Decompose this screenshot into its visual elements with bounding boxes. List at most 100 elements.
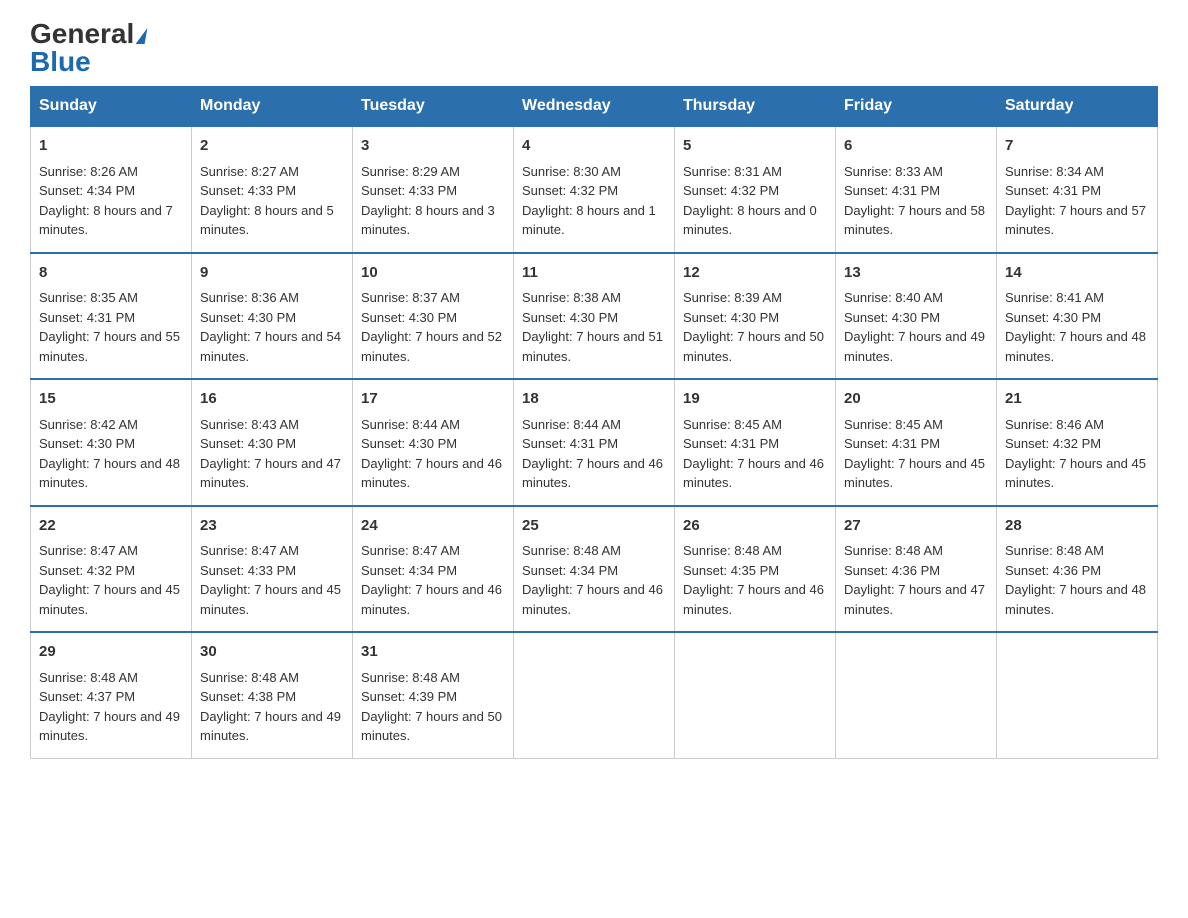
sunset-text: Sunset: 4:30 PM (522, 310, 618, 325)
daylight-text: Daylight: 7 hours and 47 minutes. (844, 582, 985, 617)
calendar-cell: 1 Sunrise: 8:26 AM Sunset: 4:34 PM Dayli… (31, 126, 192, 253)
week-row-5: 29 Sunrise: 8:48 AM Sunset: 4:37 PM Dayl… (31, 632, 1158, 758)
sunset-text: Sunset: 4:30 PM (200, 310, 296, 325)
calendar-cell: 25 Sunrise: 8:48 AM Sunset: 4:34 PM Dayl… (514, 506, 675, 633)
sunset-text: Sunset: 4:33 PM (361, 183, 457, 198)
calendar-cell: 18 Sunrise: 8:44 AM Sunset: 4:31 PM Dayl… (514, 379, 675, 506)
sunrise-text: Sunrise: 8:27 AM (200, 164, 299, 179)
calendar-cell: 27 Sunrise: 8:48 AM Sunset: 4:36 PM Dayl… (836, 506, 997, 633)
sunrise-text: Sunrise: 8:35 AM (39, 290, 138, 305)
day-number: 24 (361, 515, 505, 538)
daylight-text: Daylight: 7 hours and 46 minutes. (683, 582, 824, 617)
day-header-tuesday: Tuesday (353, 87, 514, 127)
days-header-row: SundayMondayTuesdayWednesdayThursdayFrid… (31, 87, 1158, 127)
daylight-text: Daylight: 7 hours and 52 minutes. (361, 329, 502, 364)
day-number: 18 (522, 388, 666, 411)
sunrise-text: Sunrise: 8:44 AM (361, 417, 460, 432)
sunset-text: Sunset: 4:31 PM (522, 436, 618, 451)
sunrise-text: Sunrise: 8:31 AM (683, 164, 782, 179)
calendar-cell: 29 Sunrise: 8:48 AM Sunset: 4:37 PM Dayl… (31, 632, 192, 758)
daylight-text: Daylight: 7 hours and 49 minutes. (39, 709, 180, 744)
daylight-text: Daylight: 7 hours and 45 minutes. (844, 456, 985, 491)
sunrise-text: Sunrise: 8:33 AM (844, 164, 943, 179)
day-number: 1 (39, 135, 183, 158)
day-header-monday: Monday (192, 87, 353, 127)
sunrise-text: Sunrise: 8:26 AM (39, 164, 138, 179)
sunrise-text: Sunrise: 8:40 AM (844, 290, 943, 305)
day-number: 10 (361, 262, 505, 285)
daylight-text: Daylight: 8 hours and 1 minute. (522, 203, 656, 238)
calendar-cell: 17 Sunrise: 8:44 AM Sunset: 4:30 PM Dayl… (353, 379, 514, 506)
calendar-cell: 2 Sunrise: 8:27 AM Sunset: 4:33 PM Dayli… (192, 126, 353, 253)
sunrise-text: Sunrise: 8:34 AM (1005, 164, 1104, 179)
sunrise-text: Sunrise: 8:48 AM (200, 670, 299, 685)
calendar-cell: 22 Sunrise: 8:47 AM Sunset: 4:32 PM Dayl… (31, 506, 192, 633)
day-number: 9 (200, 262, 344, 285)
sunrise-text: Sunrise: 8:30 AM (522, 164, 621, 179)
day-number: 26 (683, 515, 827, 538)
daylight-text: Daylight: 7 hours and 45 minutes. (39, 582, 180, 617)
day-number: 14 (1005, 262, 1149, 285)
daylight-text: Daylight: 7 hours and 47 minutes. (200, 456, 341, 491)
sunset-text: Sunset: 4:30 PM (1005, 310, 1101, 325)
daylight-text: Daylight: 8 hours and 7 minutes. (39, 203, 173, 238)
calendar-cell: 16 Sunrise: 8:43 AM Sunset: 4:30 PM Dayl… (192, 379, 353, 506)
day-number: 20 (844, 388, 988, 411)
sunset-text: Sunset: 4:30 PM (39, 436, 135, 451)
daylight-text: Daylight: 7 hours and 49 minutes. (844, 329, 985, 364)
sunrise-text: Sunrise: 8:37 AM (361, 290, 460, 305)
daylight-text: Daylight: 7 hours and 46 minutes. (522, 582, 663, 617)
day-number: 5 (683, 135, 827, 158)
sunset-text: Sunset: 4:32 PM (522, 183, 618, 198)
week-row-2: 8 Sunrise: 8:35 AM Sunset: 4:31 PM Dayli… (31, 253, 1158, 380)
sunset-text: Sunset: 4:32 PM (683, 183, 779, 198)
daylight-text: Daylight: 7 hours and 50 minutes. (361, 709, 502, 744)
sunrise-text: Sunrise: 8:48 AM (683, 543, 782, 558)
day-number: 15 (39, 388, 183, 411)
daylight-text: Daylight: 7 hours and 50 minutes. (683, 329, 824, 364)
day-number: 3 (361, 135, 505, 158)
week-row-3: 15 Sunrise: 8:42 AM Sunset: 4:30 PM Dayl… (31, 379, 1158, 506)
daylight-text: Daylight: 7 hours and 46 minutes. (522, 456, 663, 491)
calendar-table: SundayMondayTuesdayWednesdayThursdayFrid… (30, 86, 1158, 759)
calendar-cell: 31 Sunrise: 8:48 AM Sunset: 4:39 PM Dayl… (353, 632, 514, 758)
calendar-cell: 28 Sunrise: 8:48 AM Sunset: 4:36 PM Dayl… (997, 506, 1158, 633)
day-number: 19 (683, 388, 827, 411)
calendar-cell: 4 Sunrise: 8:30 AM Sunset: 4:32 PM Dayli… (514, 126, 675, 253)
daylight-text: Daylight: 7 hours and 46 minutes. (361, 456, 502, 491)
sunset-text: Sunset: 4:35 PM (683, 563, 779, 578)
page-header: General Blue (30, 20, 1158, 76)
calendar-cell: 15 Sunrise: 8:42 AM Sunset: 4:30 PM Dayl… (31, 379, 192, 506)
day-header-wednesday: Wednesday (514, 87, 675, 127)
sunrise-text: Sunrise: 8:48 AM (1005, 543, 1104, 558)
daylight-text: Daylight: 8 hours and 0 minutes. (683, 203, 817, 238)
daylight-text: Daylight: 7 hours and 55 minutes. (39, 329, 180, 364)
sunrise-text: Sunrise: 8:47 AM (361, 543, 460, 558)
calendar-cell: 3 Sunrise: 8:29 AM Sunset: 4:33 PM Dayli… (353, 126, 514, 253)
calendar-cell (514, 632, 675, 758)
day-number: 4 (522, 135, 666, 158)
sunset-text: Sunset: 4:30 PM (361, 436, 457, 451)
day-number: 11 (522, 262, 666, 285)
daylight-text: Daylight: 8 hours and 5 minutes. (200, 203, 334, 238)
day-number: 16 (200, 388, 344, 411)
daylight-text: Daylight: 7 hours and 57 minutes. (1005, 203, 1146, 238)
calendar-cell: 5 Sunrise: 8:31 AM Sunset: 4:32 PM Dayli… (675, 126, 836, 253)
sunset-text: Sunset: 4:39 PM (361, 689, 457, 704)
daylight-text: Daylight: 7 hours and 46 minutes. (361, 582, 502, 617)
calendar-cell: 7 Sunrise: 8:34 AM Sunset: 4:31 PM Dayli… (997, 126, 1158, 253)
sunset-text: Sunset: 4:36 PM (844, 563, 940, 578)
calendar-cell: 21 Sunrise: 8:46 AM Sunset: 4:32 PM Dayl… (997, 379, 1158, 506)
day-number: 22 (39, 515, 183, 538)
sunset-text: Sunset: 4:36 PM (1005, 563, 1101, 578)
calendar-cell: 13 Sunrise: 8:40 AM Sunset: 4:30 PM Dayl… (836, 253, 997, 380)
day-number: 8 (39, 262, 183, 285)
daylight-text: Daylight: 7 hours and 48 minutes. (1005, 582, 1146, 617)
sunrise-text: Sunrise: 8:47 AM (39, 543, 138, 558)
calendar-cell: 30 Sunrise: 8:48 AM Sunset: 4:38 PM Dayl… (192, 632, 353, 758)
sunrise-text: Sunrise: 8:38 AM (522, 290, 621, 305)
sunset-text: Sunset: 4:37 PM (39, 689, 135, 704)
daylight-text: Daylight: 7 hours and 49 minutes. (200, 709, 341, 744)
sunset-text: Sunset: 4:34 PM (361, 563, 457, 578)
sunset-text: Sunset: 4:32 PM (1005, 436, 1101, 451)
